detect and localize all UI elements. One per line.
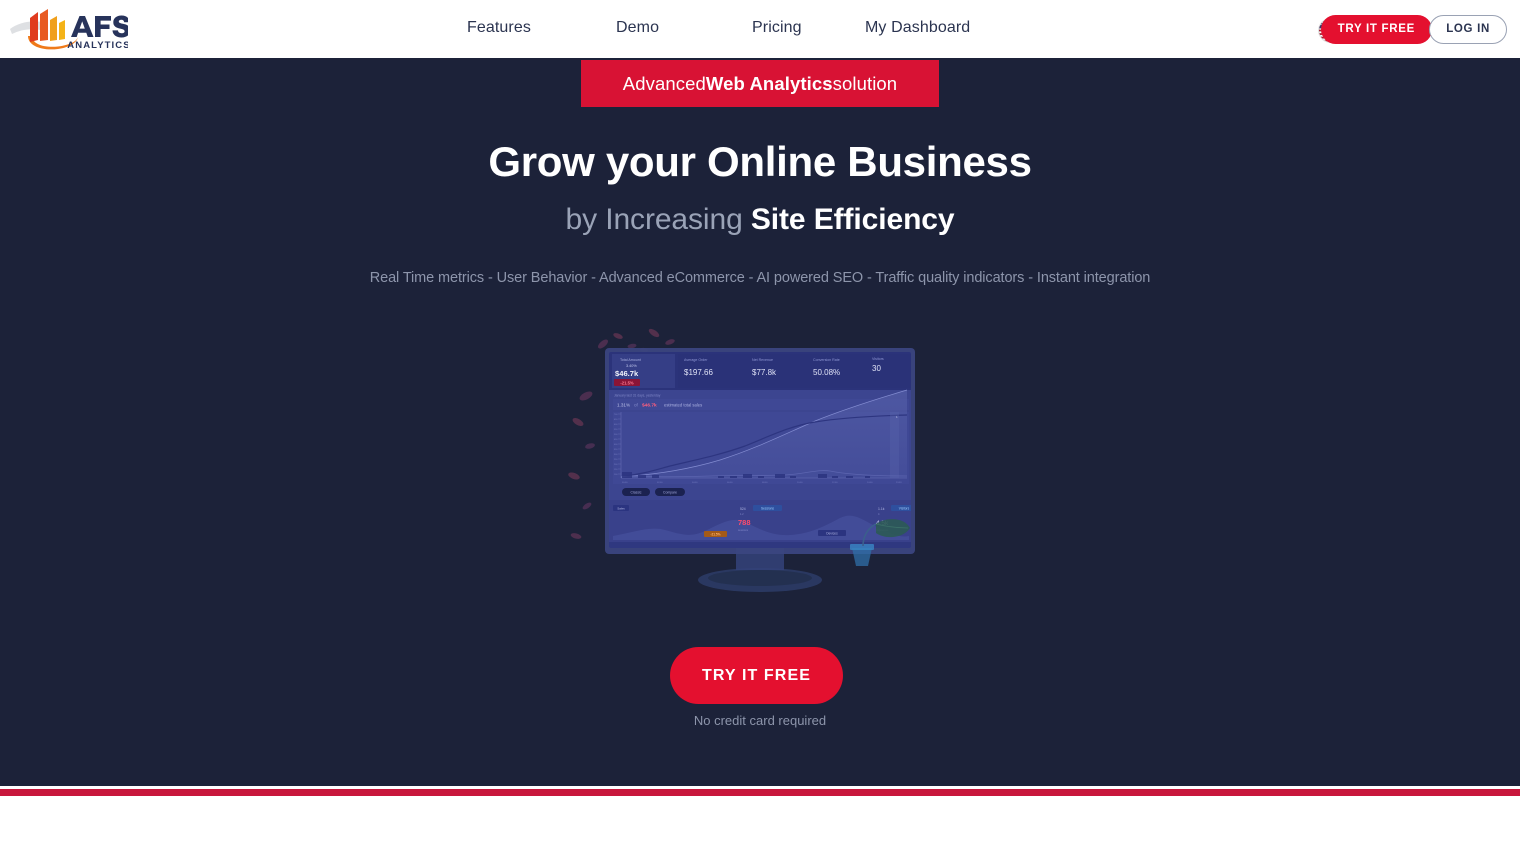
hero-try-it-free-button[interactable]: TRY IT FREE xyxy=(670,647,843,704)
bottom-red-divider xyxy=(0,789,1520,796)
dashboard-screen-content: Total Amount 3.40% $46.7k -21.5% Average… xyxy=(609,352,911,548)
svg-text:12:00: 12:00 xyxy=(832,482,838,484)
monitor-illustration-svg: Total Amount 3.40% $46.7k -21.5% Average… xyxy=(568,328,915,592)
analytics-dashboard-monitor-illustration: Total Amount 3.40% $46.7k -21.5% Average… xyxy=(560,326,960,666)
svg-text:Classic: Classic xyxy=(631,491,642,495)
svg-text:Conversion Rate: Conversion Rate xyxy=(813,358,840,362)
nav-link-features[interactable]: Features xyxy=(467,19,531,37)
nav-link-my-dashboard[interactable]: My Dashboard xyxy=(865,19,970,37)
svg-text:06:00: 06:00 xyxy=(727,482,733,484)
svg-text:788: 788 xyxy=(738,518,751,527)
site-header: ANALYTICS Features Demo Pricing My Dashb… xyxy=(0,0,1520,58)
header-login-button[interactable]: LOG IN xyxy=(1429,15,1507,44)
svg-text:04:00: 04:00 xyxy=(692,482,698,484)
afs-analytics-logo[interactable]: ANALYTICS xyxy=(8,4,131,54)
page-bottom-white-area xyxy=(0,796,1520,855)
ribbon-strong: Web Analytics xyxy=(705,72,833,94)
svg-text:Average Order: Average Order xyxy=(684,358,708,362)
svg-text:1.31%: 1.31% xyxy=(617,403,630,408)
hero-ribbon-banner: Advanced Web Analytics solution xyxy=(581,60,939,107)
svg-text:Visitors: Visitors xyxy=(872,357,884,361)
hero-subheadline: by Increasing Site Efficiency xyxy=(0,203,1520,237)
hero-features-line: Real Time metrics - User Behavior - Adva… xyxy=(369,270,1151,286)
svg-text:Sales: Sales xyxy=(617,507,625,511)
svg-text:$197.66: $197.66 xyxy=(684,368,713,377)
svg-text:January last 31 days, yesterda: January last 31 days, yesterday xyxy=(614,394,661,398)
landing-page: ANALYTICS Features Demo Pricing My Dashb… xyxy=(0,0,1520,855)
nav-link-demo[interactable]: Demo xyxy=(616,19,659,37)
svg-text:Total Amount: Total Amount xyxy=(620,358,641,362)
svg-text:sessions: sessions xyxy=(738,528,749,532)
ribbon-suffix: solution xyxy=(832,72,898,94)
hero-section: Advanced Web Analytics solution Grow you… xyxy=(0,58,1520,786)
svg-text:Visitors: Visitors xyxy=(899,507,910,511)
svg-text:23:59: 23:59 xyxy=(896,482,902,484)
svg-text:-21.5%: -21.5% xyxy=(710,533,720,537)
svg-text:Devices: Devices xyxy=(826,532,838,536)
hero-subheadline-strong: Site Efficiency xyxy=(750,203,955,236)
svg-text:1.2: 1.2 xyxy=(740,512,744,516)
svg-text:$46.7k: $46.7k xyxy=(615,369,639,378)
hero-cta-note: No credit card required xyxy=(693,713,827,728)
svg-text:08:00: 08:00 xyxy=(762,482,768,484)
svg-text:estimated total sales: estimated total sales xyxy=(664,403,702,408)
svg-text:30: 30 xyxy=(872,364,881,373)
svg-text:ANALYTICS: ANALYTICS xyxy=(67,40,128,51)
afs-analytics-logo-icon: ANALYTICS xyxy=(10,9,131,51)
svg-text:50.08%: 50.08% xyxy=(813,368,840,377)
svg-text:14:00: 14:00 xyxy=(867,482,873,484)
hero-headline: Grow your Online Business xyxy=(488,138,1032,185)
svg-text:Sessions: Sessions xyxy=(761,507,774,511)
header-try-it-free-button[interactable]: TRY IT FREE xyxy=(1320,15,1432,44)
svg-text:1.1k: 1.1k xyxy=(878,507,885,511)
main-navigation: Features Demo Pricing My Dashboard xyxy=(440,0,1020,58)
svg-text:00:00: 00:00 xyxy=(622,482,628,484)
hero-subheadline-muted: by Increasing xyxy=(565,203,751,236)
svg-text:524: 524 xyxy=(740,507,746,511)
svg-text:-21.5%: -21.5% xyxy=(620,380,634,385)
ribbon-prefix: Advanced xyxy=(622,72,706,94)
nav-link-pricing[interactable]: Pricing xyxy=(752,19,802,37)
svg-text:02:00: 02:00 xyxy=(657,482,663,484)
svg-text:10:00: 10:00 xyxy=(797,482,803,484)
svg-text:3.40%: 3.40% xyxy=(626,364,637,368)
svg-text:Net Revenue: Net Revenue xyxy=(752,358,773,362)
svg-text:$46.7k: $46.7k xyxy=(642,403,657,409)
svg-text:Compare: Compare xyxy=(663,491,677,495)
svg-text:$77.8k: $77.8k xyxy=(752,368,777,377)
